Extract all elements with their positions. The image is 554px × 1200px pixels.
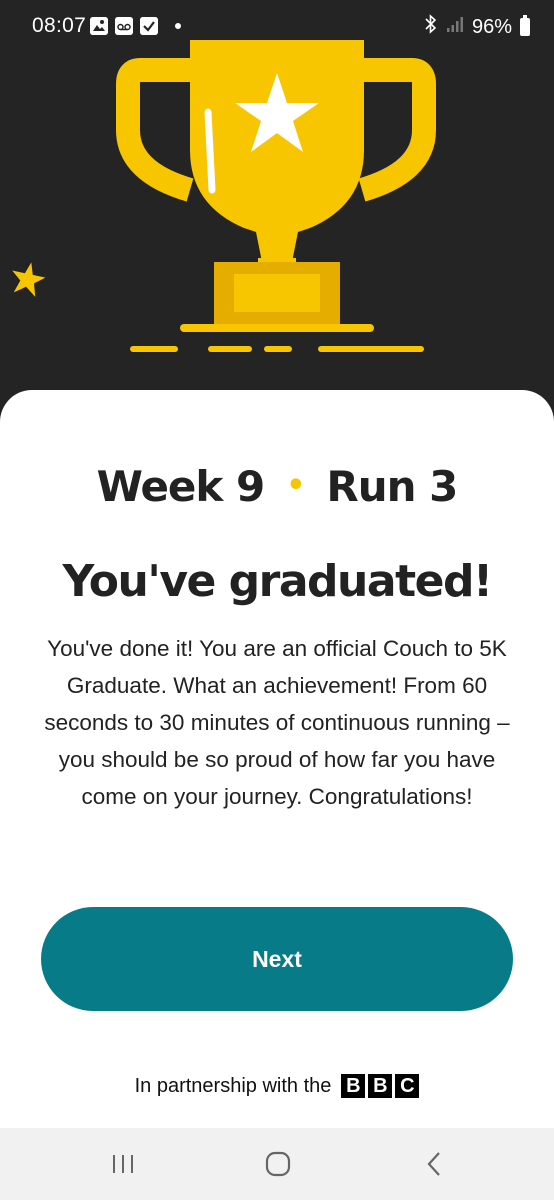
page-title: You've graduated! bbox=[62, 556, 493, 607]
back-icon[interactable] bbox=[414, 1146, 454, 1182]
gallery-icon bbox=[90, 17, 108, 35]
home-icon[interactable] bbox=[258, 1146, 298, 1182]
bbc-letter: C bbox=[395, 1074, 420, 1098]
week-run-heading: Week 9 • Run 3 bbox=[0, 462, 554, 511]
dot-icon bbox=[175, 23, 181, 29]
battery-icon bbox=[520, 15, 530, 36]
status-system-icons: 96% bbox=[424, 14, 530, 40]
run-label: Run 3 bbox=[326, 462, 458, 511]
congratulations-message: You've done it! You are an official Couc… bbox=[44, 636, 510, 809]
bluetooth-icon bbox=[424, 14, 438, 40]
bbc-letter: B bbox=[368, 1074, 393, 1098]
status-notification-icons bbox=[90, 17, 181, 35]
week-label: Week 9 bbox=[96, 462, 266, 511]
recent-apps-icon[interactable] bbox=[103, 1146, 143, 1182]
signal-icon bbox=[446, 15, 464, 39]
next-button[interactable]: Next bbox=[41, 907, 513, 1011]
navigation-bar bbox=[0, 1128, 554, 1200]
voicemail-icon bbox=[115, 17, 133, 35]
separator-dot: • bbox=[286, 468, 305, 503]
partnership-text: In partnership with the bbox=[134, 1074, 332, 1097]
battery-percentage: 96% bbox=[471, 15, 512, 38]
trophy-illustration bbox=[0, 40, 554, 400]
bbc-letter: B bbox=[341, 1074, 366, 1098]
partnership-footer: In partnership with the B B C bbox=[0, 1074, 554, 1098]
status-time: 08:07 bbox=[32, 14, 87, 37]
checkbox-icon bbox=[140, 17, 158, 35]
trophy-icon bbox=[12, 40, 436, 352]
bbc-logo: B B C bbox=[341, 1074, 420, 1098]
